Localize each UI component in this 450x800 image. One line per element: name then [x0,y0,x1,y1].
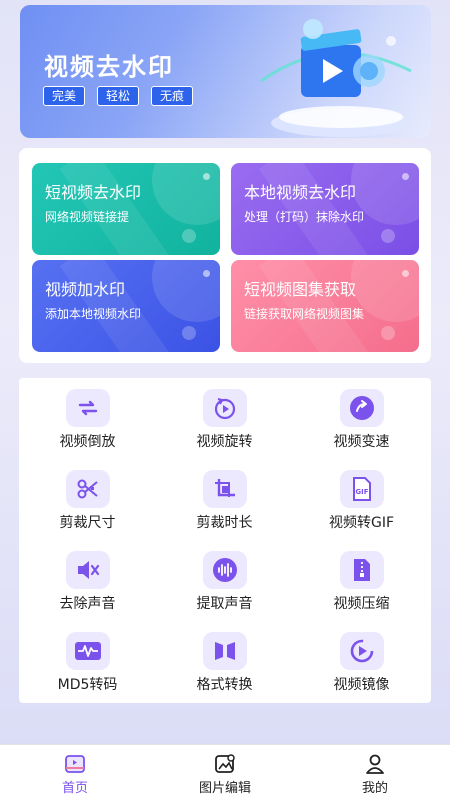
banner-tag: 轻松 [97,86,140,106]
nav-profile[interactable]: 我的 [300,745,450,800]
card-title: 短视频图集获取 [244,280,357,299]
home-video-icon [65,755,85,773]
scissors-icon [65,470,110,508]
card-title: 视频加水印 [45,280,126,299]
tool-crop-duration[interactable]: 剪裁时长 [156,459,293,540]
zip-file-icon [339,551,384,589]
bottom-nav: 首页 图片编辑 我的 [0,744,450,800]
video-clapper-illustration [260,19,412,137]
card-desc: 链接获取网络视频图集 [244,307,365,321]
tool-extract-audio[interactable]: 提取声音 [156,540,293,621]
banner-tag: 无痕 [151,86,194,106]
feature-cards-panel: 短视频去水印 网络视频链接提 本地视频去水印 处理（打码）抹除水印 视频加水印 … [19,148,431,363]
tool-label: 视频变速 [333,434,390,450]
tool-video-mirror[interactable]: 视频镜像 [293,621,430,702]
tool-video-reverse[interactable]: 视频倒放 [19,378,156,459]
tool-video-rotate[interactable]: 视频旋转 [156,378,293,459]
tool-label: 提取声音 [196,596,253,612]
mirror-play-icon [339,632,384,670]
banner-tag: 完美 [43,86,86,106]
tool-label: 去除声音 [59,596,116,612]
card-desc: 网络视频链接提 [45,210,130,224]
card-title: 本地视频去水印 [244,183,357,202]
card-short-video-remove-watermark[interactable]: 短视频去水印 网络视频链接提 [32,163,220,255]
reverse-arrows-icon [65,389,110,427]
tool-md5-transcode[interactable]: MD5转码 [19,621,156,702]
card-add-watermark[interactable]: 视频加水印 添加本地视频水印 [32,260,220,352]
svg-text:GIF: GIF [355,488,368,496]
profile-icon [366,754,384,774]
tool-video-to-gif[interactable]: GIF 视频转GIF [293,459,430,540]
tool-label: 剪裁尺寸 [59,515,116,531]
tool-label: 格式转换 [196,677,253,693]
card-title: 短视频去水印 [45,183,142,202]
mute-speaker-icon [65,551,110,589]
tool-label: 视频转GIF [328,515,395,531]
waveform-circle-icon [202,551,247,589]
banner-title: 视频去水印 [44,53,174,81]
tool-label: 视频镜像 [333,677,390,693]
image-edit-icon [215,754,235,773]
tool-label: 剪裁时长 [196,515,253,531]
nav-home[interactable]: 首页 [0,745,150,800]
tool-crop-size[interactable]: 剪裁尺寸 [19,459,156,540]
card-desc: 添加本地视频水印 [45,307,142,321]
tool-video-compress[interactable]: 视频压缩 [293,540,430,621]
convert-panels-icon [202,632,247,670]
tool-label: MD5转码 [57,677,118,693]
card-image-collection[interactable]: 短视频图集获取 链接获取网络视频图集 [231,260,419,352]
banner-tags: 完美 轻松 无痕 [43,86,194,106]
crop-frame-icon [202,470,247,508]
tool-label: 视频压缩 [333,596,390,612]
tool-remove-audio[interactable]: 去除声音 [19,540,156,621]
tools-grid: 视频倒放 视频旋转 视频变速 剪裁尺寸 剪裁时长 GIF 视频转GIF 去除声音… [19,378,431,703]
heartbeat-monitor-icon [65,632,110,670]
promo-banner[interactable]: 视频去水印 完美 轻松 无痕 [20,5,431,138]
rotate-play-icon [202,389,247,427]
nav-label: 图片编辑 [198,781,251,796]
tool-video-speed[interactable]: 视频变速 [293,378,430,459]
speed-arrow-icon [339,389,384,427]
nav-label: 首页 [61,781,88,796]
nav-label: 我的 [361,781,388,796]
tool-label: 视频旋转 [196,434,253,450]
tool-label: 视频倒放 [59,434,116,450]
card-local-video-remove-watermark[interactable]: 本地视频去水印 处理（打码）抹除水印 [231,163,419,255]
tool-format-convert[interactable]: 格式转换 [156,621,293,702]
gif-file-icon: GIF [339,470,384,508]
card-desc: 处理（打码）抹除水印 [244,210,365,224]
nav-image-edit[interactable]: 图片编辑 [150,745,300,800]
